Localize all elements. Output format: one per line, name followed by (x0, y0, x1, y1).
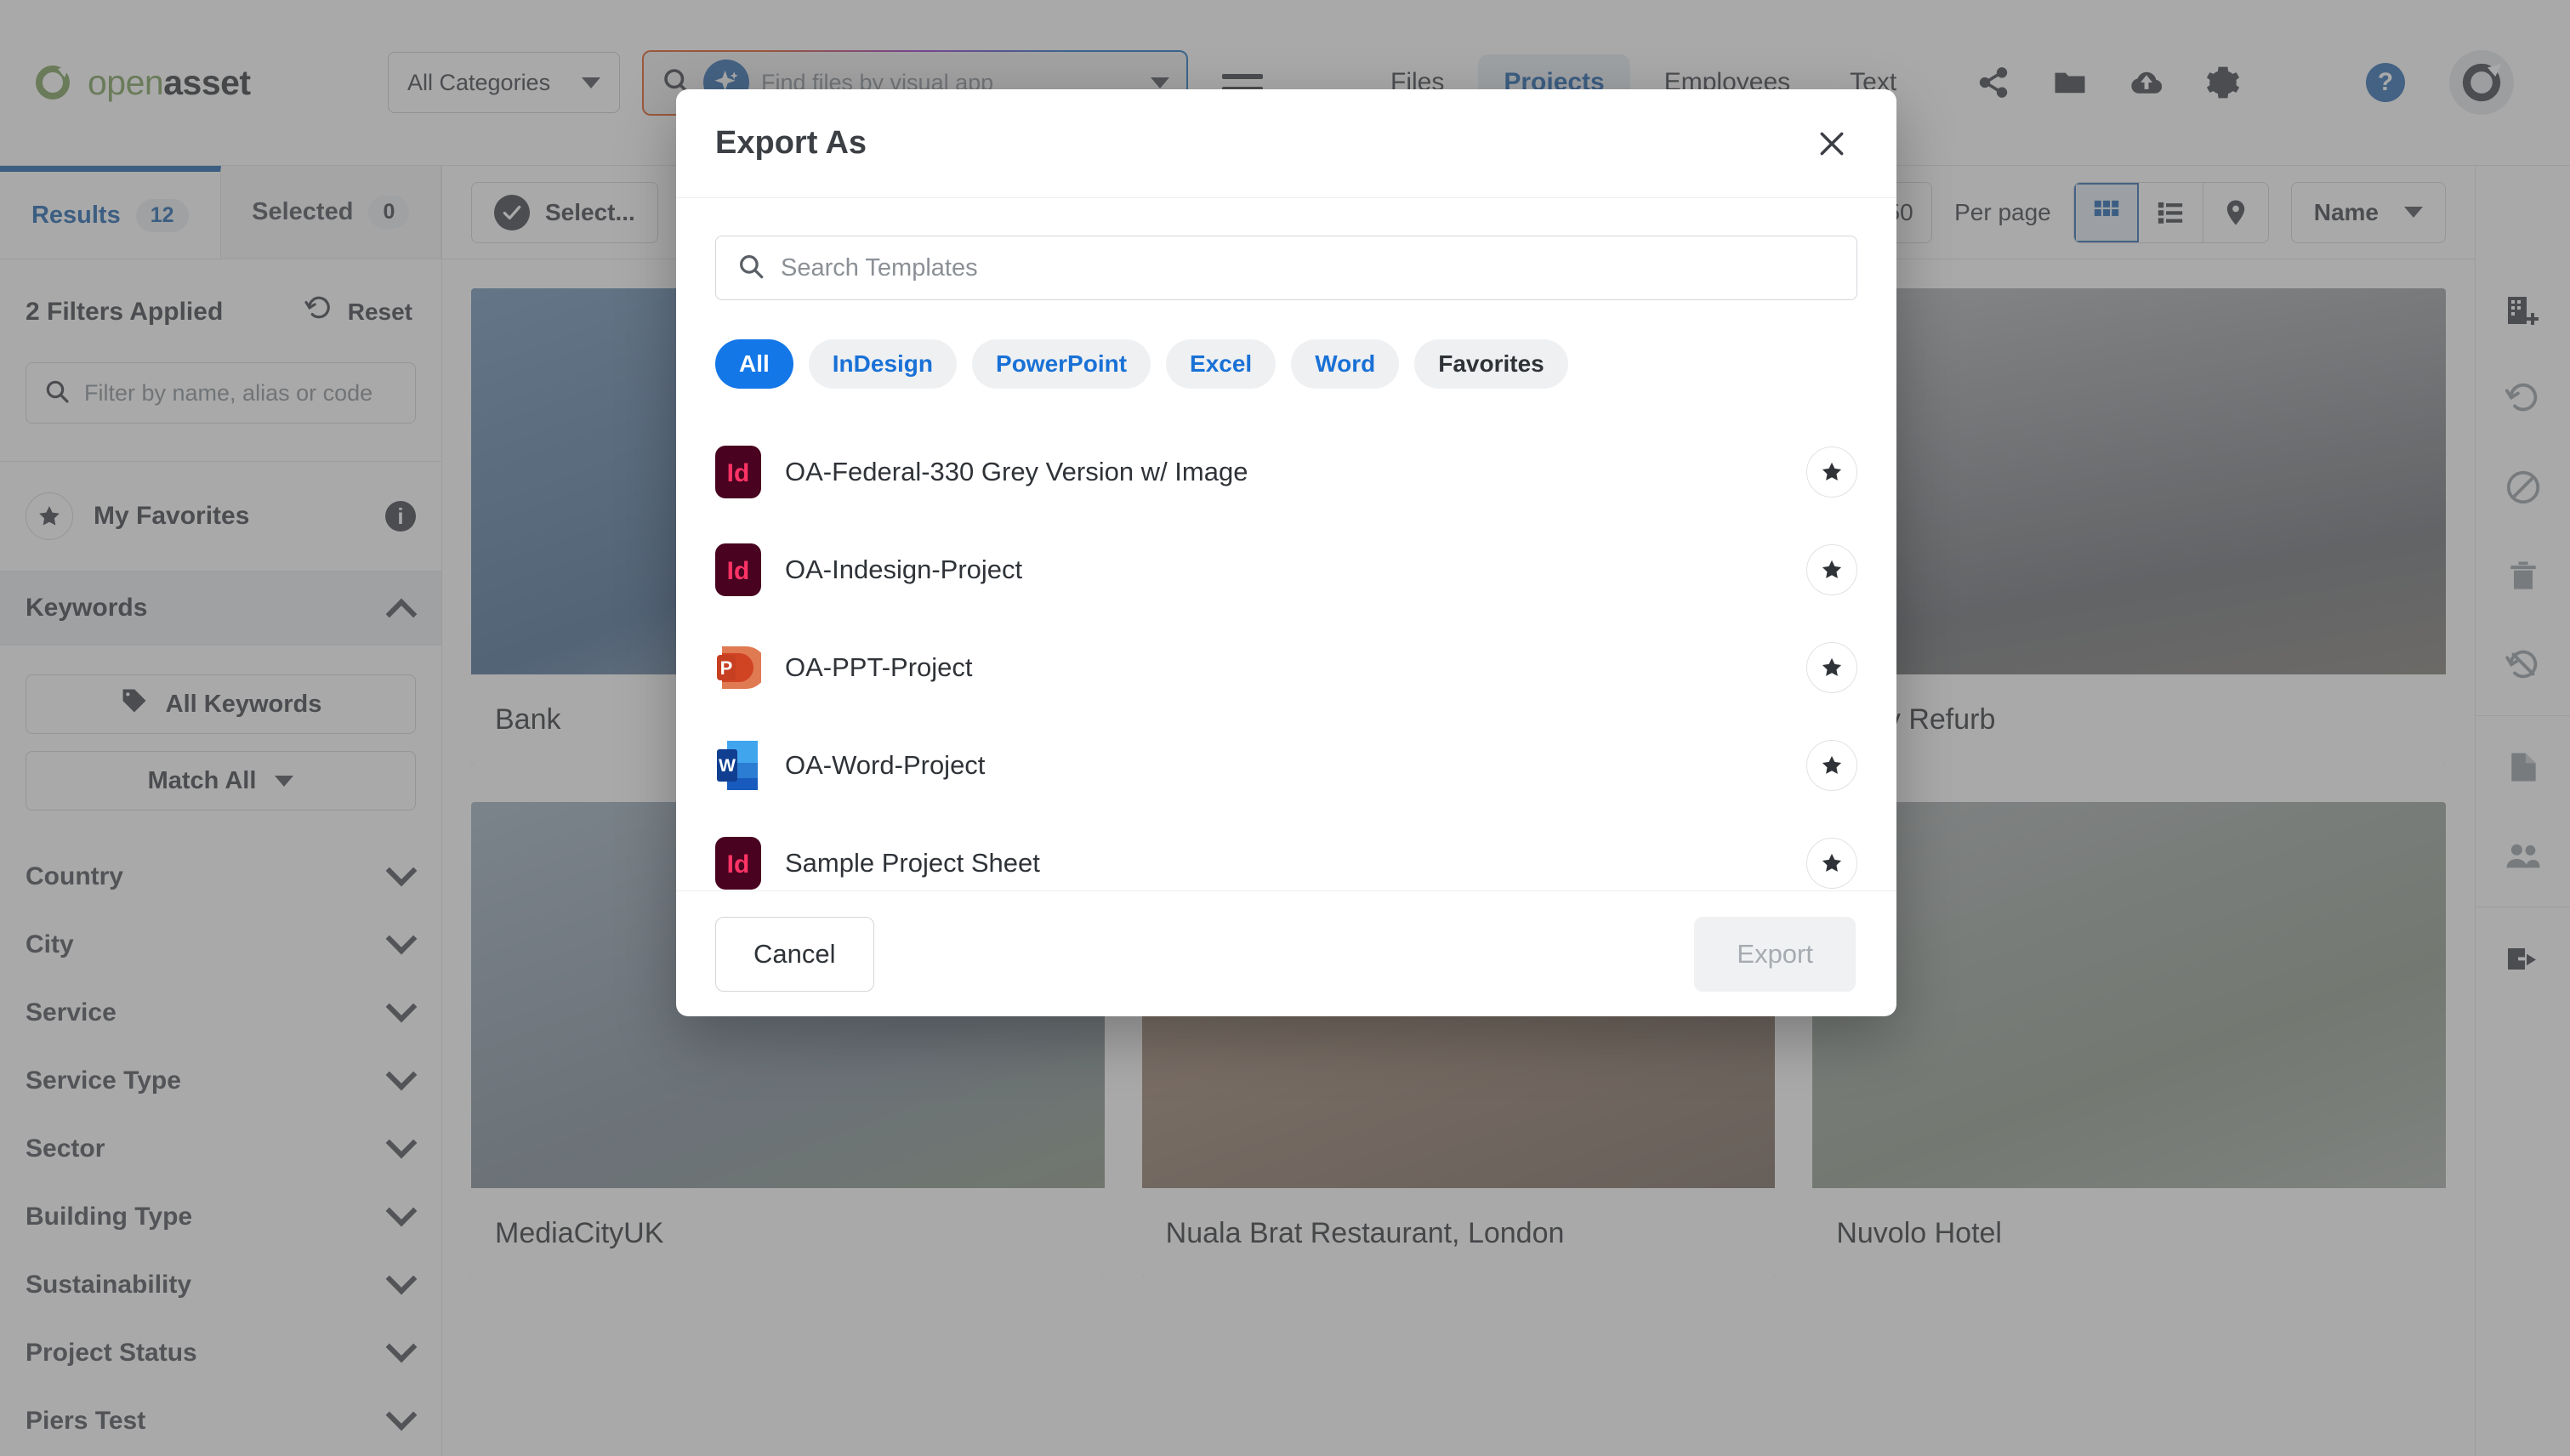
template-row[interactable]: P OA-PPT-Project (715, 618, 1857, 716)
favorite-star-icon[interactable] (1806, 446, 1857, 498)
indesign-icon: Id (715, 836, 761, 890)
template-search-input[interactable]: Search Templates (715, 236, 1857, 300)
export-button[interactable]: Export (1694, 916, 1856, 992)
template-row[interactable]: Id Sample Project Sheet (715, 814, 1857, 890)
favorite-star-icon[interactable] (1806, 739, 1857, 791)
modal-footer: Cancel Export (676, 890, 1896, 1016)
svg-text:P: P (720, 657, 733, 679)
indesign-icon: Id (715, 445, 761, 498)
chip-favorites[interactable]: Favorites (1414, 339, 1568, 389)
template-name: OA-Federal-330 Grey Version w/ Image (785, 456, 1248, 486)
modal-body: Search Templates All InDesign PowerPoint… (676, 198, 1896, 890)
template-row[interactable]: Id OA-Federal-330 Grey Version w/ Image (715, 423, 1857, 520)
app-root: openasset All Categories (0, 0, 2570, 1456)
svg-text:Id: Id (727, 850, 750, 879)
modal-header: Export As (676, 89, 1896, 198)
svg-text:Id: Id (727, 459, 750, 487)
chip-indesign[interactable]: InDesign (808, 339, 958, 389)
chip-powerpoint[interactable]: PowerPoint (972, 339, 1151, 389)
chip-all[interactable]: All (715, 339, 793, 389)
search-icon (736, 252, 765, 285)
template-filter-chips: All InDesign PowerPoint Excel Word Favor… (715, 339, 1857, 389)
close-icon[interactable] (1808, 120, 1856, 168)
cancel-button[interactable]: Cancel (715, 916, 874, 992)
template-search-placeholder: Search Templates (781, 253, 978, 282)
template-name: OA-Indesign-Project (785, 554, 1023, 584)
modal-title: Export As (715, 125, 867, 161)
svg-text:Id: Id (727, 557, 750, 585)
chip-excel[interactable]: Excel (1166, 339, 1276, 389)
template-name: OA-PPT-Project (785, 651, 973, 682)
word-icon: W (715, 739, 761, 792)
chip-word[interactable]: Word (1291, 339, 1400, 389)
svg-text:W: W (719, 756, 736, 776)
favorite-star-icon[interactable] (1806, 641, 1857, 693)
template-row[interactable]: W OA-Word-Project (715, 716, 1857, 814)
indesign-icon: Id (715, 543, 761, 596)
template-list: Id OA-Federal-330 Grey Version w/ Image (715, 423, 1857, 890)
favorite-star-icon[interactable] (1806, 543, 1857, 595)
favorite-star-icon[interactable] (1806, 837, 1857, 889)
export-as-modal: Export As Search Templates All InDesign (676, 89, 1896, 1016)
template-name: Sample Project Sheet (785, 847, 1040, 878)
template-row[interactable]: Id OA-Indesign-Project (715, 520, 1857, 618)
powerpoint-icon: P (715, 641, 767, 694)
template-name: OA-Word-Project (785, 749, 986, 780)
